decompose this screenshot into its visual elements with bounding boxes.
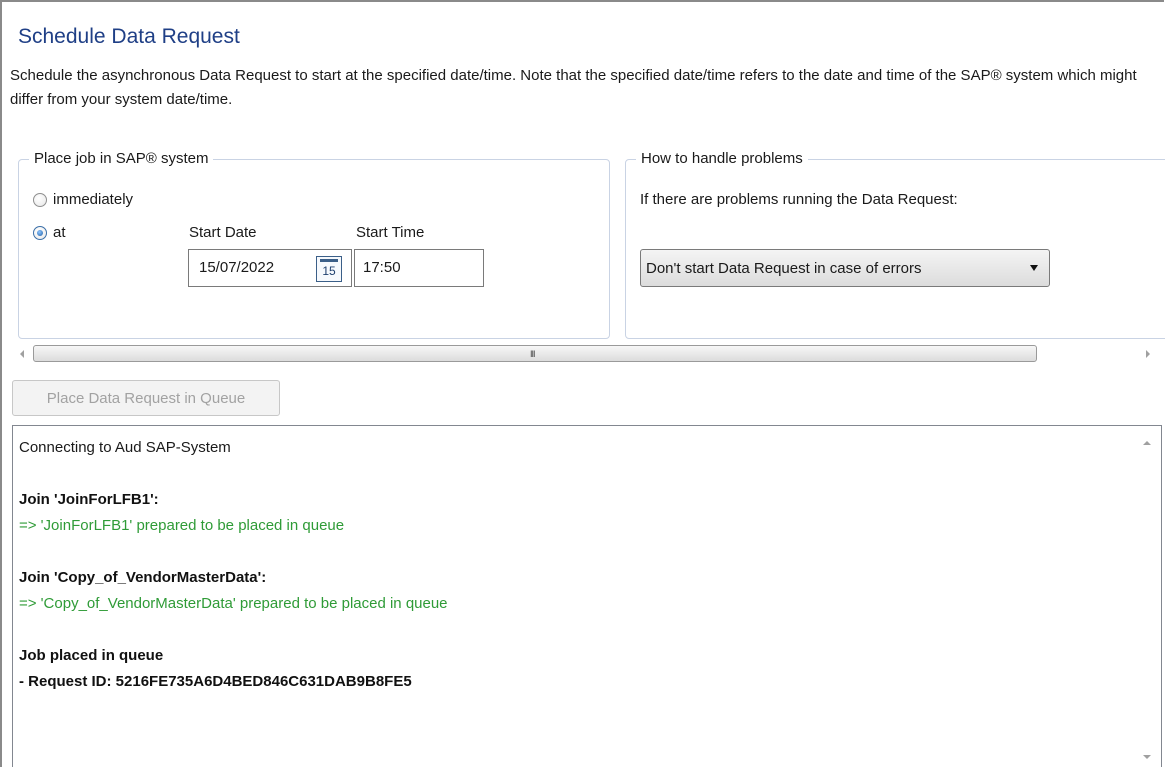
place-in-queue-button[interactable]: Place Data Request in Queue (12, 380, 280, 416)
start-date-label: Start Date (189, 224, 257, 241)
start-time-value: 17:50 (363, 259, 401, 276)
start-time-field[interactable]: 17:50 (354, 249, 484, 287)
error-handling-dropdown[interactable]: Don't start Data Request in case of erro… (640, 249, 1050, 287)
log-line: Job placed in queue (19, 647, 164, 664)
scrollbar-grip-icon: III (530, 349, 535, 359)
start-time-label: Start Time (356, 224, 425, 241)
log-line: Join 'Copy_of_VendorMasterData': (19, 569, 267, 586)
error-handling-selected: Don't start Data Request in case of erro… (646, 259, 922, 277)
radio-immediately[interactable]: immediately (33, 191, 133, 208)
start-date-value: 15/07/2022 (199, 259, 275, 276)
place-job-legend: Place job in SAP® system (29, 149, 214, 169)
scrollbar-thumb[interactable]: III (33, 345, 1037, 362)
log-output[interactable]: Connecting to Aud SAP-System Join 'JoinF… (12, 425, 1162, 767)
radio-button-immediately[interactable] (33, 192, 47, 207)
horizontal-scrollbar[interactable]: III (12, 345, 1162, 364)
calendar-icon[interactable]: 15 (316, 256, 342, 282)
scroll-left-icon[interactable] (20, 350, 24, 358)
log-line: Connecting to Aud SAP-System (19, 439, 231, 456)
log-line: - Request ID: 5216FE735A6D4BED846C631DAB… (19, 673, 412, 690)
start-date-field[interactable]: 15/07/2022 15 (188, 249, 352, 287)
scroll-down-icon[interactable] (1143, 755, 1151, 759)
problems-legend: How to handle problems (636, 149, 808, 169)
log-line: Join 'JoinForLFB1': (19, 491, 159, 508)
log-lines: Connecting to Aud SAP-System Join 'JoinF… (19, 435, 1131, 695)
log-line: => 'JoinForLFB1' prepared to be placed i… (19, 517, 345, 534)
log-line: => 'Copy_of_VendorMasterData' prepared t… (19, 595, 448, 612)
page-description: Schedule the asynchronous Data Request t… (10, 67, 1137, 108)
chevron-down-icon (1030, 265, 1038, 271)
radio-at[interactable]: at (33, 224, 66, 241)
radio-label-at: at (53, 224, 66, 241)
problems-prompt: If there are problems running the Data R… (640, 191, 958, 208)
radio-button-at[interactable] (33, 225, 47, 240)
scroll-right-icon[interactable] (1146, 350, 1150, 358)
page-title: Schedule Data Request (18, 25, 240, 48)
calendar-icon-header (320, 259, 338, 262)
radio-label-immediately: immediately (53, 191, 134, 208)
calendar-icon-day: 15 (322, 264, 336, 278)
scroll-up-icon[interactable] (1143, 441, 1151, 445)
